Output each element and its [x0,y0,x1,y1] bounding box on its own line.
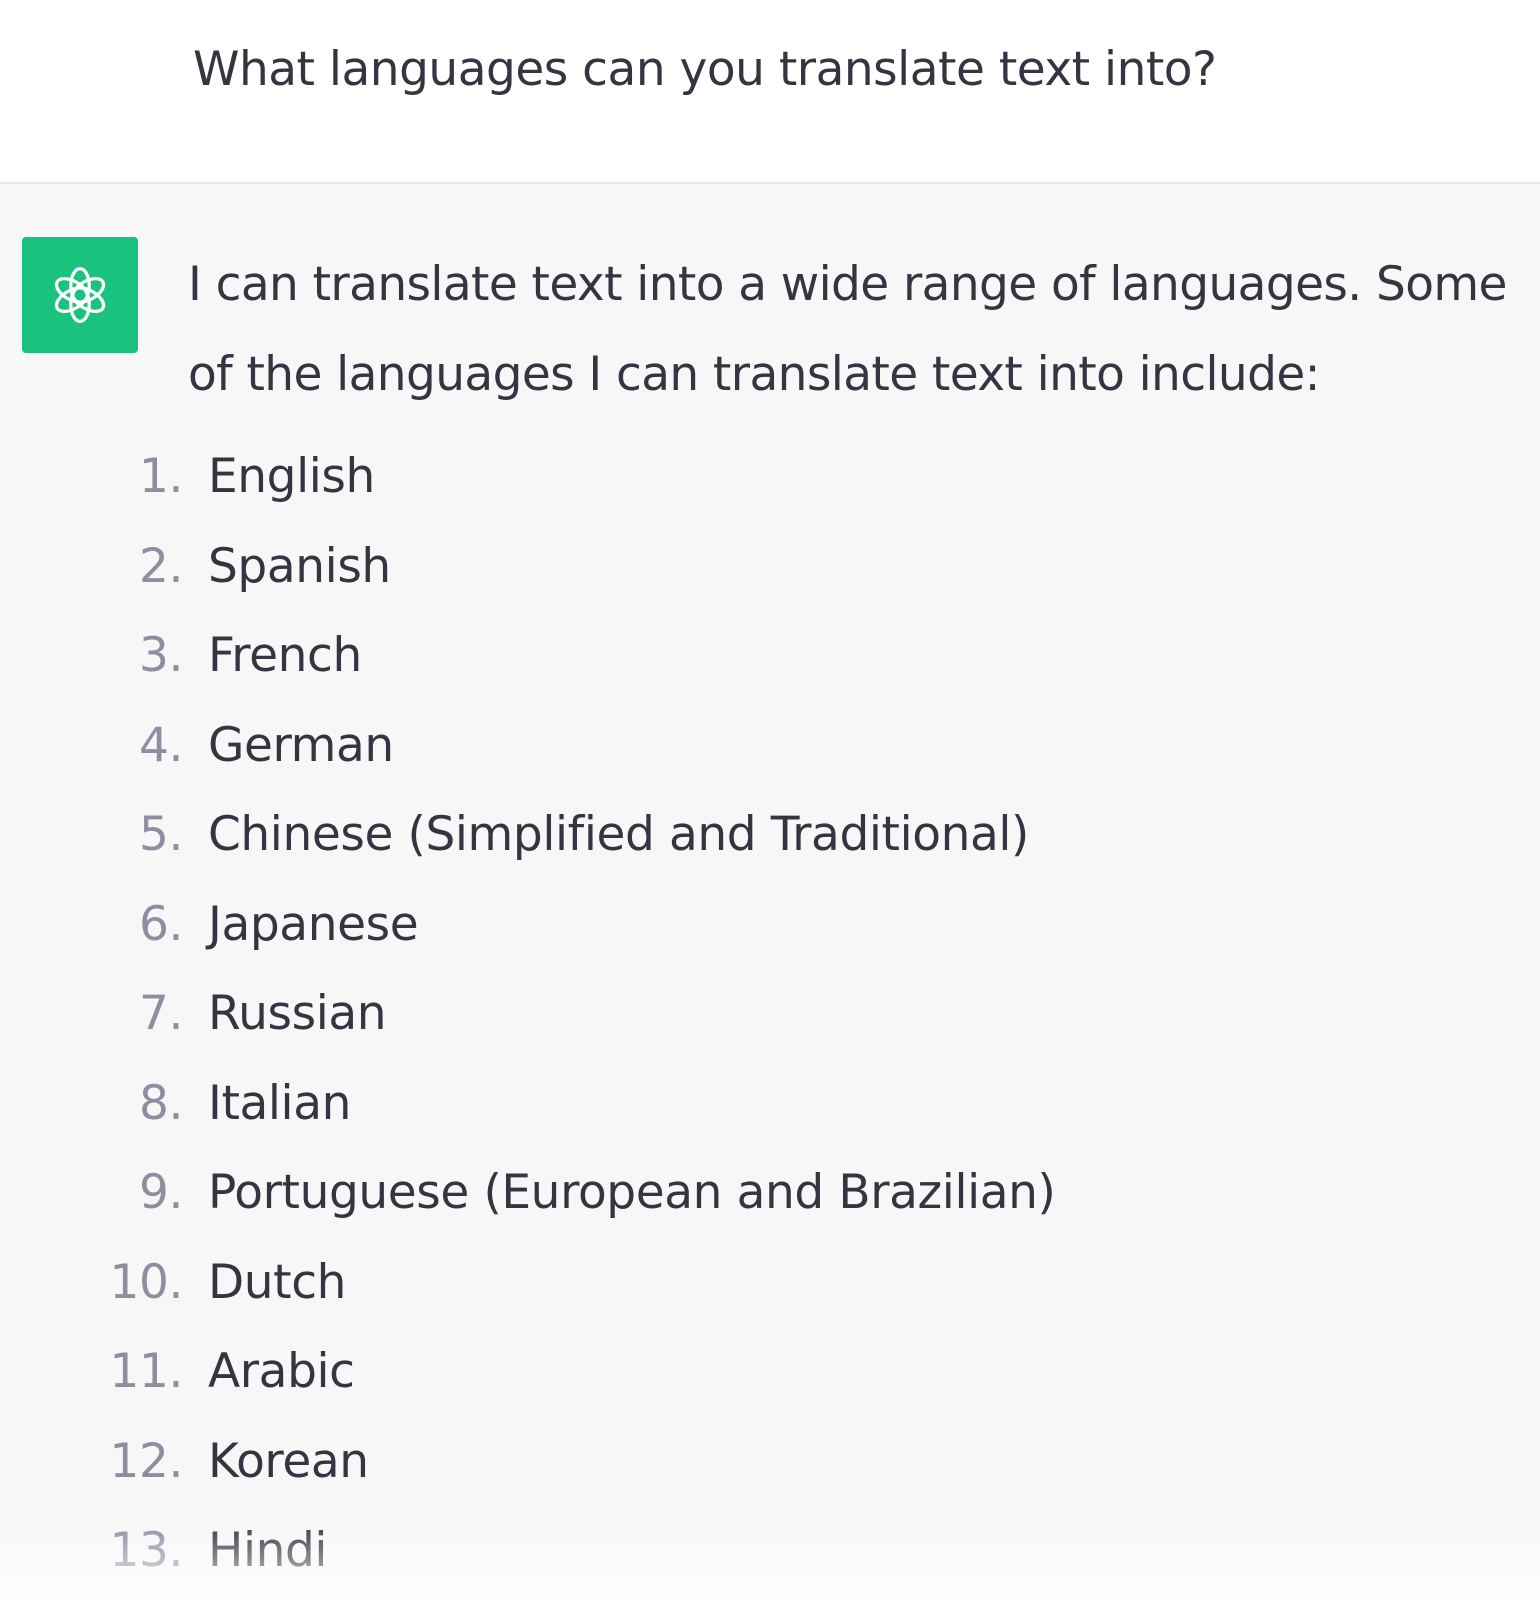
list-item-language: Portuguese (European and Brazilian) [208,1165,1056,1220]
list-item: 4. German [0,701,1540,791]
list-item-number: 9. [138,1165,183,1220]
list-item-number: 2. [138,538,183,594]
list-item: 6. Japanese [0,880,1540,970]
list-item: 12. Korean [0,1417,1540,1507]
list-item-number: 11. [109,1344,183,1399]
list-item: 8. Italian [0,1059,1540,1149]
list-item-number: 5. [138,807,183,862]
list-item: 7. Russian [0,969,1540,1059]
list-item-language: Spanish [208,538,391,594]
openai-logo-icon [54,266,106,324]
list-item-language: Dutch [208,1254,347,1310]
list-item: 3. French [0,611,1540,701]
assistant-intro-text: I can translate text into a wide range o… [188,257,1507,402]
list-item-language: Japanese [208,896,419,952]
assistant-avatar [22,237,138,353]
list-item-number: 4. [138,717,183,773]
list-item: 9. Portuguese (European and Brazilian) [0,1148,1540,1238]
list-item: 1. English [0,432,1540,522]
list-item-language: Russian [208,986,387,1041]
list-item-language: Chinese (Simplified and Traditional) [208,807,1029,862]
list-item-language: French [208,628,362,683]
list-item-number: 8. [138,1075,183,1131]
user-message-text: What languages can you translate text in… [193,42,1217,97]
list-item-number: 10. [109,1254,183,1310]
list-item-number: 3. [138,628,183,683]
list-item: 2. Spanish [0,522,1540,612]
list-item-number: 1. [138,449,183,504]
user-message: What languages can you translate text in… [0,0,1540,184]
list-item-language: Hindi [208,1523,328,1578]
list-item-language: Arabic [208,1344,355,1399]
language-list: 1. English 2. Spanish 3. French 4. German 5. Chin… [0,432,1540,1596]
list-item-language: Korean [208,1433,369,1489]
list-item-number: 7. [138,986,183,1041]
list-item-language: German [208,717,394,773]
chat-page: What languages can you translate text in… [0,0,1540,1600]
list-item-language: Italian [208,1075,351,1131]
assistant-message: I can translate text into a wide range o… [0,184,1540,1600]
list-item: 10. Dutch [0,1238,1540,1328]
list-item-number: 6. [138,896,183,952]
list-item-language: English [208,449,375,504]
list-item-number: 12. [109,1433,183,1489]
list-item: 13. Hindi [0,1506,1540,1596]
list-item: 11. Arabic [0,1327,1540,1417]
list-item-number: 13. [109,1523,183,1578]
list-item: 5. Chinese (Simplified and Traditional) [0,790,1540,880]
